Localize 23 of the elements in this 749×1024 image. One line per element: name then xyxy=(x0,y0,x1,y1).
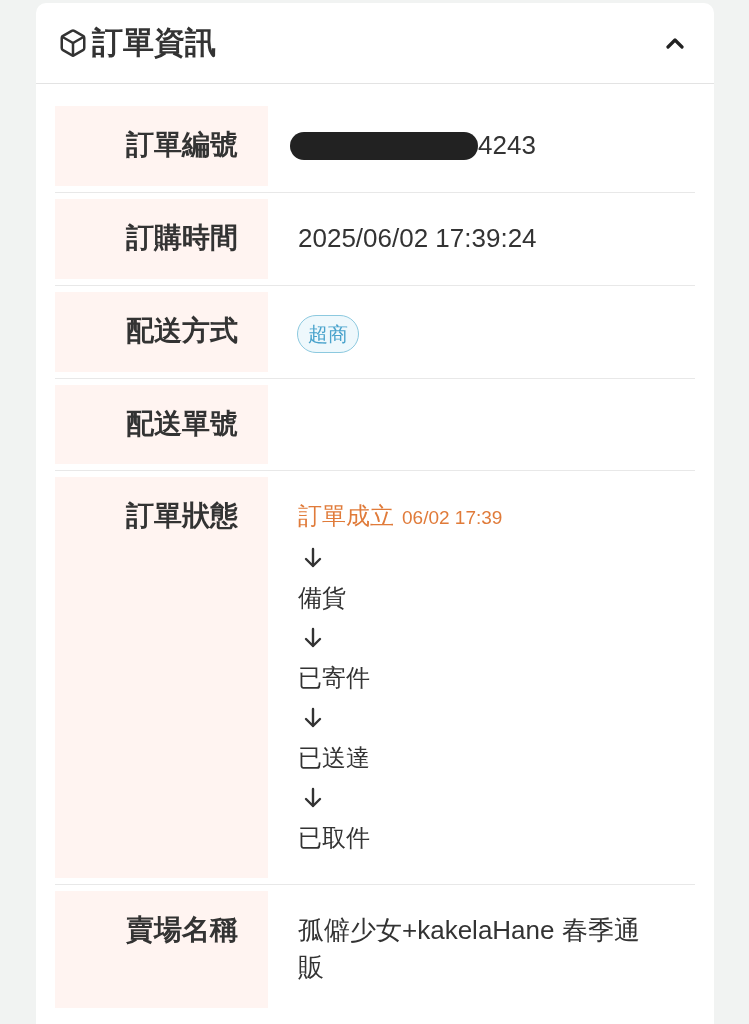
cube-icon xyxy=(58,28,88,58)
status-step: 訂單成立 xyxy=(298,498,394,534)
shipping-method-tag: 超商 xyxy=(297,314,359,353)
chevron-up-icon xyxy=(666,37,684,49)
arrow-down-icon xyxy=(303,787,323,809)
field-label: 賣場名稱 xyxy=(55,891,268,1008)
field-label: 訂購時間 xyxy=(55,199,268,279)
field-value: 4243 xyxy=(478,129,536,162)
field-value: 孤僻少女+kakelaHane 春季通販 xyxy=(298,914,641,984)
arrow-down-icon xyxy=(303,707,323,729)
field-value: 2025/06/02 17:39:24 xyxy=(298,222,537,255)
arrow-down-icon xyxy=(303,627,323,649)
status-step: 備貨 xyxy=(298,580,346,616)
status-step: 已送達 xyxy=(298,740,370,776)
status-step: 已寄件 xyxy=(298,660,370,696)
status-step: 已取件 xyxy=(298,820,370,856)
field-label: 配送單號 xyxy=(55,385,268,464)
field-label: 配送方式 xyxy=(55,292,268,372)
status-time: 06/02 17:39 xyxy=(402,506,503,530)
field-label: 訂單編號 xyxy=(55,106,268,186)
arrow-down-icon xyxy=(303,547,323,569)
field-label: 訂單狀態 xyxy=(55,477,268,878)
panel-title: 訂單資訊 xyxy=(92,24,216,62)
